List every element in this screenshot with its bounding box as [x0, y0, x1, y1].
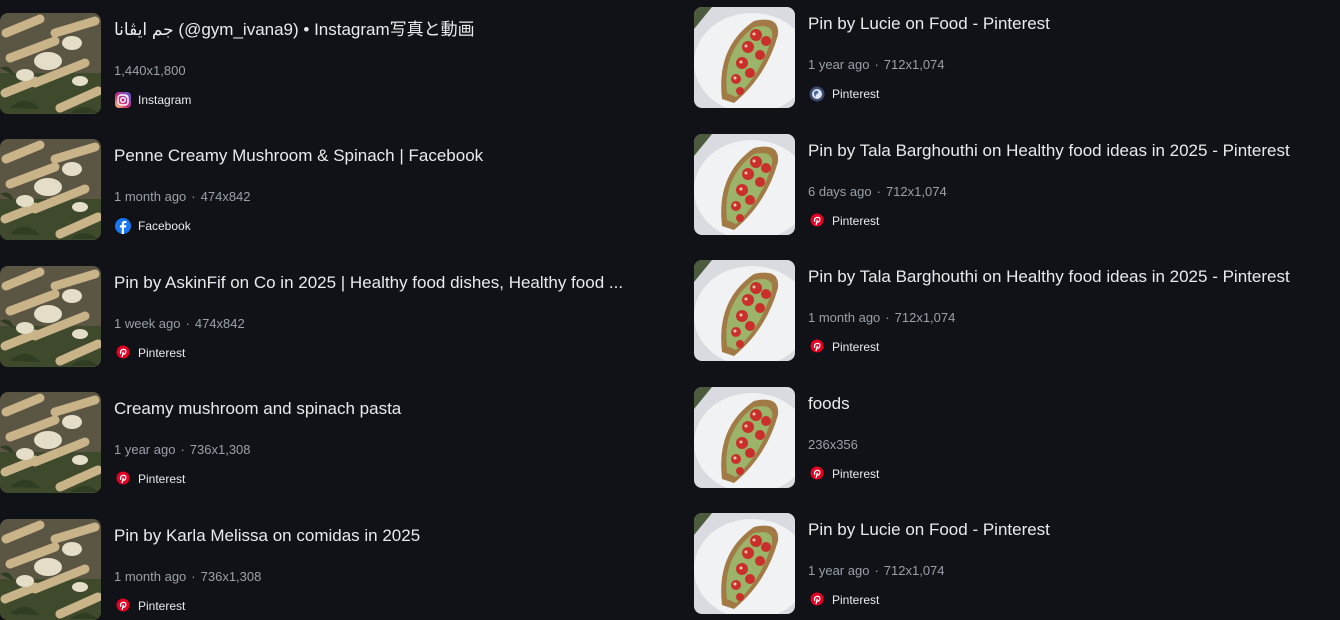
separator-dot: · [185, 316, 190, 331]
toast-thumbnail[interactable] [694, 260, 795, 361]
pinterest-icon [808, 338, 826, 356]
pinterest-icon [114, 344, 132, 362]
result-item[interactable]: Creamy mushroom and spinach pasta 1 year … [0, 392, 660, 493]
result-meta: 1 month ago · 474x842 [114, 189, 251, 205]
toast-thumbnail[interactable] [694, 7, 795, 108]
result-dimensions: 474x842 [194, 316, 245, 331]
source-label: Facebook [138, 219, 191, 233]
result-item[interactable]: Pin by Lucie on Food - Pinterest 1 year a… [694, 7, 1340, 108]
result-item[interactable]: Penne Creamy Mushroom & Spinach | Facebo… [0, 139, 660, 240]
result-title-link[interactable]: جم ايڤانا (@gym_ivana9) • Instagram写真と動画 [114, 19, 475, 41]
pasta-thumbnail[interactable] [0, 392, 101, 493]
result-item[interactable]: Pin by Tala Barghouthi on Healthy food i… [694, 260, 1340, 361]
result-item[interactable]: Pin by AskinFif on Co in 2025 | Healthy … [0, 266, 660, 367]
result-dimensions: 712x1,074 [883, 563, 945, 578]
result-title-link[interactable]: foods [808, 393, 850, 415]
result-source[interactable]: Pinterest [808, 591, 879, 609]
result-title-link[interactable]: Pin by Tala Barghouthi on Healthy food i… [808, 140, 1290, 162]
source-label: Instagram [138, 93, 192, 107]
result-age: 1 month ago [808, 310, 881, 325]
result-dimensions: 236x356 [808, 437, 858, 452]
result-dimensions: 474x842 [200, 189, 251, 204]
source-label: Pinterest [832, 340, 880, 354]
result-source[interactable]: Facebook [114, 217, 191, 235]
result-age: 1 year ago [114, 442, 176, 457]
pinterest-icon [808, 591, 826, 609]
result-meta: 1 year ago · 712x1,074 [808, 57, 945, 73]
pasta-thumbnail[interactable] [0, 519, 101, 620]
result-source[interactable]: Pinterest [808, 212, 879, 230]
result-meta: 236x356 [808, 437, 858, 453]
separator-dot: · [180, 442, 185, 457]
facebook-icon [114, 217, 132, 235]
pasta-thumbnail[interactable] [0, 139, 101, 240]
separator-dot: · [874, 57, 879, 72]
result-item[interactable]: foods 236x356 Pinterest [694, 387, 1340, 488]
toast-thumbnail[interactable] [694, 134, 795, 235]
result-source[interactable]: Pinterest [808, 465, 879, 483]
result-dimensions: 712x1,074 [883, 57, 945, 72]
result-age: 1 year ago [808, 57, 870, 72]
result-source[interactable]: Pinterest [114, 597, 185, 615]
result-meta: 1 week ago · 474x842 [114, 316, 245, 332]
source-label: Pinterest [138, 599, 186, 613]
separator-dot: · [191, 569, 196, 584]
result-title-link[interactable]: Pin by Tala Barghouthi on Healthy food i… [808, 266, 1290, 288]
result-source[interactable]: Pinterest [114, 470, 185, 488]
pasta-thumbnail[interactable] [0, 266, 101, 367]
result-source[interactable]: Instagram [114, 91, 191, 109]
result-age: 6 days ago [808, 184, 872, 199]
separator-dot: · [191, 189, 196, 204]
source-label: Pinterest [138, 472, 186, 486]
result-meta: 1 year ago · 736x1,308 [114, 442, 251, 458]
result-item[interactable]: Pin by Tala Barghouthi on Healthy food i… [694, 134, 1340, 235]
result-source[interactable]: Pinterest [808, 85, 879, 103]
result-source[interactable]: Pinterest [808, 338, 879, 356]
result-meta: 1 year ago · 712x1,074 [808, 563, 945, 579]
source-label: Pinterest [832, 593, 880, 607]
result-meta: 1,440x1,800 [114, 63, 186, 79]
result-dimensions: 736x1,308 [200, 569, 262, 584]
result-source[interactable]: Pinterest [114, 344, 185, 362]
result-title-link[interactable]: Creamy mushroom and spinach pasta [114, 398, 401, 420]
source-label: Pinterest [832, 87, 880, 101]
pinterest-icon [114, 470, 132, 488]
result-title-link[interactable]: Pin by AskinFif on Co in 2025 | Healthy … [114, 272, 623, 294]
separator-dot: · [885, 310, 890, 325]
result-item[interactable]: Pin by Lucie on Food - Pinterest 1 year a… [694, 513, 1340, 614]
result-item[interactable]: Pin by Karla Melissa on comidas in 2025 1… [0, 519, 660, 620]
separator-dot: · [876, 184, 881, 199]
result-title-link[interactable]: Pin by Karla Melissa on comidas in 2025 [114, 525, 420, 547]
pinterest-icon [808, 465, 826, 483]
toast-thumbnail[interactable] [694, 513, 795, 614]
result-title-link[interactable]: Penne Creamy Mushroom & Spinach | Facebo… [114, 145, 483, 167]
result-age: 1 month ago [114, 569, 187, 584]
result-dimensions: 712x1,074 [885, 184, 947, 199]
result-title-link[interactable]: Pin by Lucie on Food - Pinterest [808, 519, 1050, 541]
instagram-icon [114, 91, 132, 109]
result-dimensions: 712x1,074 [894, 310, 956, 325]
pasta-thumbnail[interactable] [0, 13, 101, 114]
globe-icon [808, 85, 826, 103]
result-title-link[interactable]: Pin by Lucie on Food - Pinterest [808, 13, 1050, 35]
result-dimensions: 1,440x1,800 [114, 63, 186, 78]
source-label: Pinterest [138, 346, 186, 360]
result-item[interactable]: جم ايڤانا (@gym_ivana9) • Instagram写真と動画… [0, 13, 660, 114]
pinterest-icon [808, 212, 826, 230]
result-age: 1 month ago [114, 189, 187, 204]
toast-thumbnail[interactable] [694, 387, 795, 488]
result-meta: 6 days ago · 712x1,074 [808, 184, 947, 200]
separator-dot: · [874, 563, 879, 578]
result-dimensions: 736x1,308 [189, 442, 251, 457]
result-age: 1 week ago [114, 316, 181, 331]
result-age: 1 year ago [808, 563, 870, 578]
source-label: Pinterest [832, 214, 880, 228]
source-label: Pinterest [832, 467, 880, 481]
pinterest-icon [114, 597, 132, 615]
result-meta: 1 month ago · 736x1,308 [114, 569, 261, 585]
result-meta: 1 month ago · 712x1,074 [808, 310, 955, 326]
